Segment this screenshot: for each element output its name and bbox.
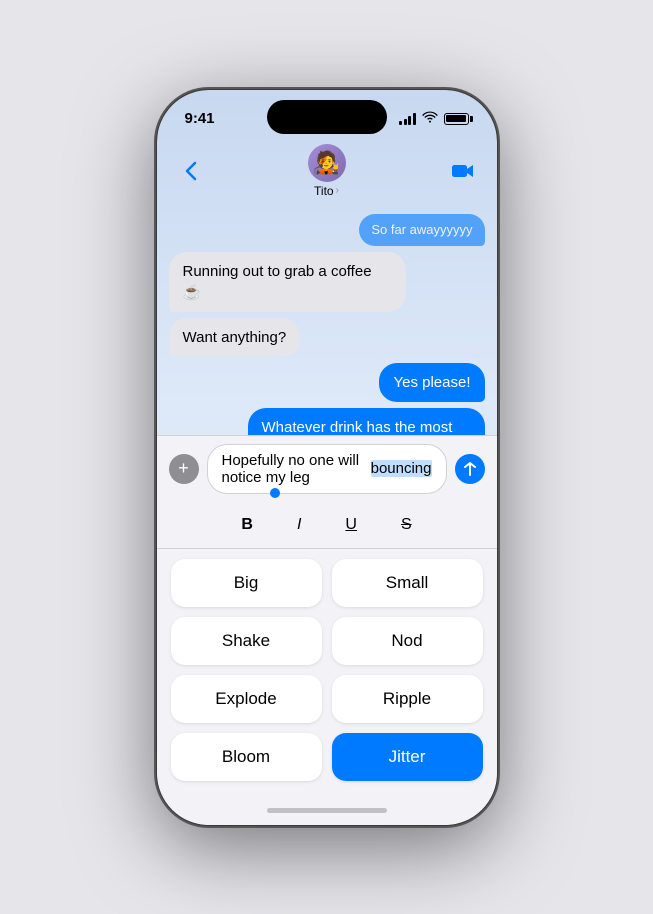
effect-explode-button[interactable]: Explode	[171, 675, 322, 723]
message-outgoing-1: So far awayyyyyy	[359, 214, 484, 246]
contact-info[interactable]: 🧑‍🎤 Tito ›	[308, 144, 346, 198]
home-indicator	[157, 797, 497, 825]
effects-grid: Big Small Shake Nod Explode Ripple Bloom…	[157, 549, 497, 797]
phone-frame: 9:41	[157, 90, 497, 825]
status-time: 9:41	[185, 110, 215, 127]
effect-small-button[interactable]: Small	[332, 559, 483, 607]
message-outgoing-2: Yes please!	[379, 363, 484, 402]
add-attachment-button[interactable]: +	[169, 454, 199, 484]
status-icons	[399, 111, 469, 126]
wifi-icon	[422, 111, 438, 126]
send-button[interactable]	[455, 454, 485, 484]
nav-bar: 🧑‍🎤 Tito ›	[157, 138, 497, 206]
format-underline-button[interactable]: U	[337, 512, 365, 538]
effect-bloom-button[interactable]: Bloom	[171, 733, 322, 781]
video-call-button[interactable]	[445, 153, 481, 189]
effect-big-button[interactable]: Big	[171, 559, 322, 607]
battery-icon	[444, 113, 469, 125]
avatar: 🧑‍🎤	[308, 144, 346, 182]
input-text-before: Hopefully no one will notice my leg	[222, 452, 371, 486]
effect-shake-button[interactable]: Shake	[171, 617, 322, 665]
format-toolbar: B I U S	[157, 502, 497, 549]
dynamic-island	[267, 100, 387, 134]
format-strikethrough-button[interactable]: S	[393, 512, 420, 538]
input-area: + Hopefully no one will notice my leg bo…	[157, 435, 497, 502]
message-outgoing-3: Whatever drink has the most caffeine 🤫	[248, 408, 485, 435]
messages-area: So far awayyyyyy Running out to grab a c…	[157, 206, 497, 435]
home-bar	[267, 808, 387, 813]
message-input[interactable]: Hopefully no one will notice my leg boun…	[207, 444, 447, 494]
signal-icon	[399, 113, 416, 125]
back-button[interactable]	[173, 153, 209, 189]
screen: 9:41	[157, 90, 497, 825]
message-incoming-2: Want anything?	[169, 318, 301, 357]
contact-name: Tito ›	[314, 184, 339, 198]
cursor-handle	[270, 488, 280, 498]
format-bold-button[interactable]: B	[233, 512, 261, 538]
message-incoming-1: Running out to grab a coffee ☕	[169, 252, 406, 312]
format-italic-button[interactable]: I	[289, 512, 309, 538]
effect-jitter-button[interactable]: Jitter	[332, 733, 483, 781]
input-selected-text: bouncing	[371, 460, 432, 477]
effect-ripple-button[interactable]: Ripple	[332, 675, 483, 723]
effect-nod-button[interactable]: Nod	[332, 617, 483, 665]
